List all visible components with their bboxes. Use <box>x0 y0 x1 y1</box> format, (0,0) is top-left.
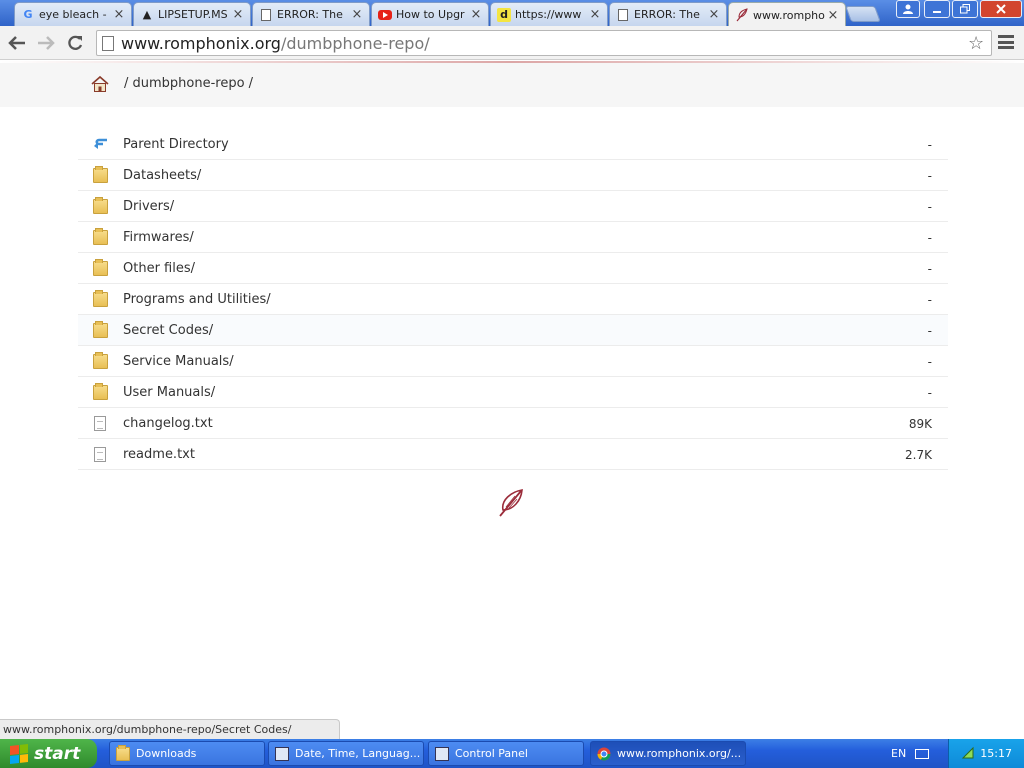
breadcrumb[interactable]: / dumbphone-repo / <box>124 76 253 91</box>
home-icon[interactable] <box>91 75 109 93</box>
link-status-bubble: www.romphonix.org/dumbphone-repo/Secret … <box>0 719 340 739</box>
browser-tab[interactable]: ERROR: The × <box>609 2 727 26</box>
back-arrow-icon[interactable] <box>6 32 28 54</box>
feather-icon <box>735 8 749 22</box>
mountain-icon: ▲ <box>142 8 152 21</box>
minimize-button[interactable] <box>924 0 950 18</box>
d-icon: d <box>497 7 511 22</box>
browser-tab[interactable]: ERROR: The × <box>252 2 370 26</box>
list-item[interactable]: Service Manuals/ - <box>78 346 948 377</box>
page-icon <box>259 8 273 22</box>
forward-arrow-icon[interactable] <box>35 32 57 54</box>
browser-tab[interactable]: How to Upgr × <box>371 2 489 26</box>
folder-icon <box>93 352 108 369</box>
list-item[interactable]: Programs and Utilities/ - <box>78 284 948 315</box>
directory-listing: Parent Directory - Datasheets/ - Drivers… <box>78 129 948 470</box>
list-item-hovered[interactable]: Secret Codes/ - <box>78 315 948 346</box>
google-icon: G <box>23 8 33 21</box>
restore-button[interactable] <box>952 0 978 18</box>
list-item[interactable]: Parent Directory - <box>78 129 948 160</box>
close-tab-icon[interactable]: × <box>589 7 601 22</box>
address-bar[interactable]: www.romphonix.org/dumbphone-repo/ <box>96 30 992 56</box>
close-tab-icon[interactable]: × <box>708 7 720 22</box>
language-indicator[interactable]: EN <box>891 747 906 760</box>
system-tray: 15:17 <box>948 739 1024 768</box>
browser-tab[interactable]: ▲ LIPSETUP.MS × <box>133 2 251 26</box>
reload-icon[interactable] <box>64 32 86 54</box>
taskbar-item-date-time[interactable]: Date, Time, Languag... <box>268 741 424 766</box>
close-tab-icon[interactable]: × <box>351 7 363 22</box>
page-icon <box>102 36 114 51</box>
bookmark-star-icon[interactable]: ☆ <box>968 33 984 54</box>
network-icon[interactable] <box>961 746 975 760</box>
taskbar: start Downloads Date, Time, Languag... C… <box>0 739 1024 768</box>
list-item[interactable]: Firmwares/ - <box>78 222 948 253</box>
clock[interactable]: 15:17 <box>980 747 1012 760</box>
user-icon[interactable] <box>896 0 920 18</box>
text-file-icon <box>94 416 106 431</box>
browser-tab[interactable]: G eye bleach - × <box>14 2 132 26</box>
windows-logo-icon <box>10 743 28 764</box>
close-tab-icon[interactable]: × <box>113 7 125 22</box>
taskbar-item-downloads[interactable]: Downloads <box>109 741 265 766</box>
browser-tab[interactable]: d https://www × <box>490 2 608 26</box>
taskbar-item-control-panel[interactable]: Control Panel <box>428 741 584 766</box>
folder-icon <box>93 290 108 307</box>
keyboard-icon[interactable] <box>915 749 929 759</box>
close-tab-icon[interactable]: × <box>232 7 244 22</box>
parent-directory-icon <box>94 138 107 149</box>
folder-icon <box>93 383 108 400</box>
close-tab-icon[interactable]: × <box>470 7 482 22</box>
folder-icon <box>93 197 108 214</box>
folder-icon <box>93 228 108 245</box>
menu-icon[interactable] <box>998 35 1014 49</box>
folder-icon <box>93 259 108 276</box>
close-tab-icon[interactable]: × <box>827 8 839 23</box>
folder-icon <box>93 321 108 338</box>
control-panel-icon <box>435 746 449 761</box>
close-window-button[interactable] <box>980 0 1022 18</box>
list-item[interactable]: User Manuals/ - <box>78 377 948 408</box>
browser-tab-active[interactable]: www.rompho × <box>728 2 846 27</box>
control-panel-icon <box>275 746 289 761</box>
page-icon <box>616 8 630 22</box>
text-file-icon <box>94 447 106 462</box>
tab-strip: G eye bleach - × ▲ LIPSETUP.MS × ERROR: … <box>0 0 1024 27</box>
list-item[interactable]: readme.txt 2.7K <box>78 439 948 470</box>
folder-icon <box>116 744 130 761</box>
browser-toolbar: www.romphonix.org/dumbphone-repo/ ☆ <box>0 26 1024 60</box>
taskbar-item-browser[interactable]: www.romphonix.org/... <box>590 741 746 766</box>
feather-logo-icon <box>499 489 523 517</box>
list-item[interactable]: Drivers/ - <box>78 191 948 222</box>
start-button[interactable]: start <box>0 739 97 768</box>
list-item[interactable]: changelog.txt 89K <box>78 408 948 439</box>
new-tab-button[interactable] <box>845 6 881 22</box>
folder-icon <box>93 166 108 183</box>
youtube-icon <box>378 8 392 22</box>
list-item[interactable]: Datasheets/ - <box>78 160 948 191</box>
chrome-icon <box>597 747 611 761</box>
list-item[interactable]: Other files/ - <box>78 253 948 284</box>
breadcrumb-bar: / dumbphone-repo / <box>0 63 1024 107</box>
